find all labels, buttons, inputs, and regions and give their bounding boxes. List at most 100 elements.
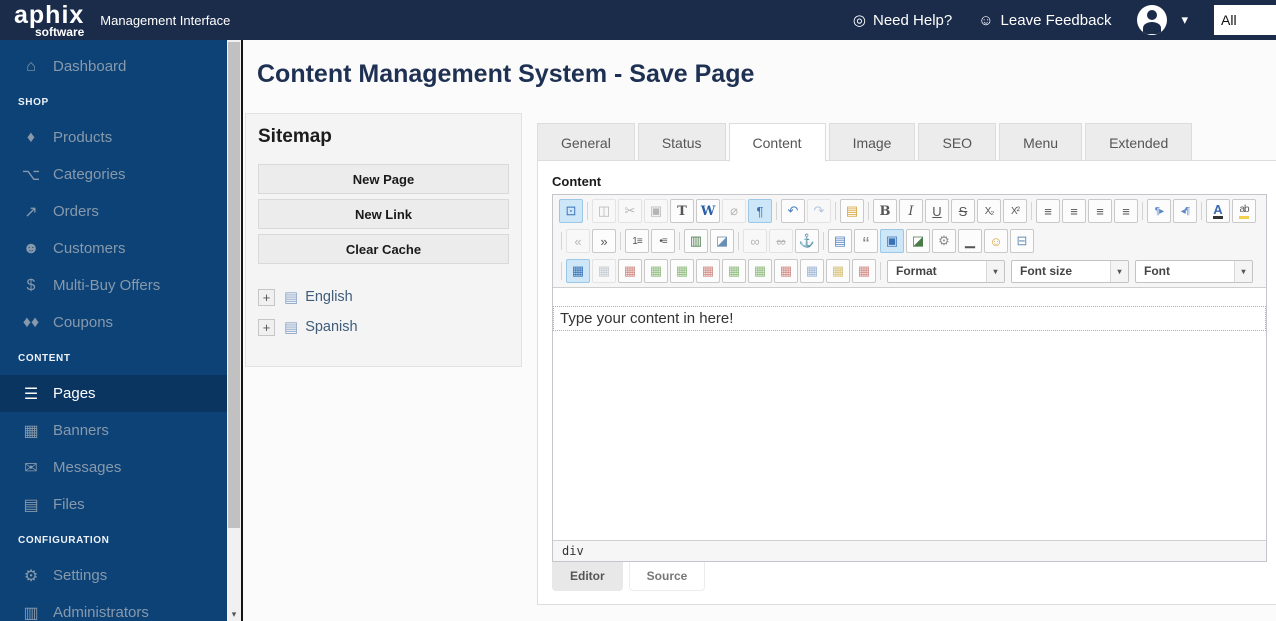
dropdown-arrow-icon[interactable]: ▾ — [1234, 260, 1252, 282]
horizontal-rule-button[interactable]: ▁ — [958, 229, 982, 253]
source-mode-tab[interactable]: Source — [628, 562, 706, 591]
sidebar-item-settings[interactable]: ⚙ Settings — [0, 557, 227, 594]
insert-flash-button[interactable]: ▥ — [684, 229, 708, 253]
element-path-item[interactable]: div — [562, 544, 584, 558]
new-link-button[interactable]: New Link — [258, 199, 509, 229]
insert-row-before-button[interactable]: ▦ — [644, 259, 668, 283]
sidebar-item-products[interactable]: ♦ Products — [0, 119, 227, 156]
new-page-button[interactable]: New Page — [258, 164, 509, 194]
paste-from-word-button[interactable]: W — [696, 199, 720, 223]
text-direction-rtl-button[interactable]: ◂¶ — [1173, 199, 1197, 223]
sidebar-item-categories[interactable]: ⌥ Categories — [0, 156, 227, 193]
split-cell-vertical-button[interactable]: ▦ — [852, 259, 876, 283]
anchor-button[interactable]: ⚓ — [795, 229, 819, 253]
format-dropdown[interactable]: Format ▾ — [887, 259, 1005, 283]
indent-button[interactable]: » — [592, 229, 616, 253]
outdent-button[interactable]: « — [566, 229, 590, 253]
link-button[interactable]: ∞ — [743, 229, 767, 253]
tab-status[interactable]: Status — [637, 123, 726, 161]
sidebar-item-messages[interactable]: ✉ Messages — [0, 449, 227, 486]
div-container-button[interactable]: ▤ — [828, 229, 852, 253]
cut-button[interactable]: ✂ — [618, 199, 642, 223]
scrollbar-thumb[interactable] — [228, 42, 240, 528]
font-size-dropdown[interactable]: Font size ▾ — [1011, 259, 1129, 283]
text-color-button[interactable]: A — [1206, 199, 1230, 223]
delete-row-button[interactable]: ▦ — [696, 259, 720, 283]
user-avatar[interactable] — [1137, 5, 1168, 35]
superscript-button[interactable]: X² — [1003, 199, 1027, 223]
tab-menu[interactable]: Menu — [999, 123, 1083, 161]
paste-button[interactable]: ▣ — [644, 199, 668, 223]
insert-table-button[interactable]: ▦ — [566, 259, 590, 283]
subscript-button[interactable]: X₂ — [977, 199, 1001, 223]
tab-extended[interactable]: Extended — [1085, 123, 1193, 161]
insert-row-after-button[interactable]: ▦ — [670, 259, 694, 283]
smiley-button[interactable]: ☺ — [984, 229, 1008, 253]
sidebar-item-pages[interactable]: ☰ Pages — [0, 375, 227, 412]
tab-general[interactable]: General — [537, 123, 635, 161]
save-button[interactable]: ⊡ — [559, 199, 583, 223]
redo-button[interactable]: ↷ — [807, 199, 831, 223]
sidebar-scrollbar[interactable]: ▾ — [227, 40, 241, 621]
justify-button[interactable]: ≡ — [1114, 199, 1138, 223]
templates-button[interactable]: ⚙ — [932, 229, 956, 253]
sidebar-item-dashboard[interactable]: ⌂ Dashboard — [0, 48, 227, 85]
sidebar-item-banners[interactable]: ▦ Banners — [0, 412, 227, 449]
font-dropdown[interactable]: Font ▾ — [1135, 259, 1253, 283]
editor-body[interactable]: Type your content in here! — [553, 306, 1266, 540]
tab-content[interactable]: Content — [728, 123, 826, 162]
browse-server-button[interactable]: ▤ — [840, 199, 864, 223]
numbered-list-button[interactable]: 1≡ — [625, 229, 649, 253]
split-cell-horizontal-button[interactable]: ▦ — [826, 259, 850, 283]
unlink-button[interactable]: ∞ — [769, 229, 793, 253]
underline-button[interactable]: U — [925, 199, 949, 223]
bulleted-list-button[interactable]: •≡ — [651, 229, 675, 253]
sidebar-item-customers[interactable]: ☻ Customers — [0, 230, 227, 267]
insert-image-button[interactable]: ◪ — [710, 229, 734, 253]
italic-button[interactable]: I — [899, 199, 923, 223]
show-blocks-button[interactable]: ¶ — [748, 199, 772, 223]
align-left-button[interactable]: ≡ — [1036, 199, 1060, 223]
content-block[interactable]: Type your content in here! — [553, 306, 1266, 331]
table-properties-button[interactable]: ▦ — [592, 259, 616, 283]
tab-image[interactable]: Image — [828, 123, 916, 161]
sidebar-item-orders[interactable]: ↗ Orders — [0, 193, 227, 230]
tree-node-label[interactable]: Spanish — [305, 319, 357, 335]
text-direction-ltr-button[interactable]: ¶▸ — [1147, 199, 1171, 223]
chevron-down-icon[interactable]: ▾ — [1181, 12, 1188, 28]
remove-format-button[interactable]: ⌀ — [722, 199, 746, 223]
select-all-button[interactable]: ▣ — [880, 229, 904, 253]
clear-cache-button[interactable]: Clear Cache — [258, 234, 509, 264]
undo-button[interactable]: ↶ — [781, 199, 805, 223]
scrollbar-down-arrow-icon[interactable]: ▾ — [227, 609, 241, 620]
sidebar-item-files[interactable]: ▤ Files — [0, 486, 227, 523]
leave-feedback-link[interactable]: ☺ Leave Feedback — [978, 12, 1111, 29]
background-color-button[interactable]: ab — [1232, 199, 1256, 223]
merge-cells-button[interactable]: ▦ — [800, 259, 824, 283]
filter-input[interactable] — [1214, 5, 1276, 35]
delete-column-button[interactable]: ▦ — [774, 259, 798, 283]
editor-mode-tab[interactable]: Editor — [552, 562, 623, 591]
paste-plain-text-button[interactable]: T — [670, 199, 694, 223]
dropdown-arrow-icon[interactable]: ▾ — [1110, 260, 1128, 282]
dropdown-arrow-icon[interactable]: ▾ — [986, 260, 1004, 282]
page-break-button[interactable]: ⊟ — [1010, 229, 1034, 253]
tree-node-label[interactable]: English — [305, 289, 353, 305]
tree-expander-button[interactable]: + — [258, 288, 275, 306]
align-center-button[interactable]: ≡ — [1062, 199, 1086, 223]
insert-column-after-button[interactable]: ▦ — [748, 259, 772, 283]
sidebar-item-coupons[interactable]: ♦♦ Coupons — [0, 304, 227, 341]
blockquote-button[interactable]: “ — [854, 229, 878, 253]
edit-image-button[interactable]: ◪ — [906, 229, 930, 253]
delete-table-button[interactable]: ▦ — [618, 259, 642, 283]
need-help-link[interactable]: ◎ Need Help? — [853, 11, 952, 30]
strikethrough-button[interactable]: S — [951, 199, 975, 223]
sidebar-item-multi-buy-offers[interactable]: $ Multi-Buy Offers — [0, 267, 227, 304]
align-right-button[interactable]: ≡ — [1088, 199, 1112, 223]
tree-expander-button[interactable]: + — [258, 318, 275, 336]
copy-button[interactable]: ◫ — [592, 199, 616, 223]
bold-button[interactable]: B — [873, 199, 897, 223]
tab-seo[interactable]: SEO — [918, 123, 997, 161]
sidebar-item-administrators[interactable]: ▥ Administrators — [0, 594, 227, 621]
insert-column-before-button[interactable]: ▦ — [722, 259, 746, 283]
